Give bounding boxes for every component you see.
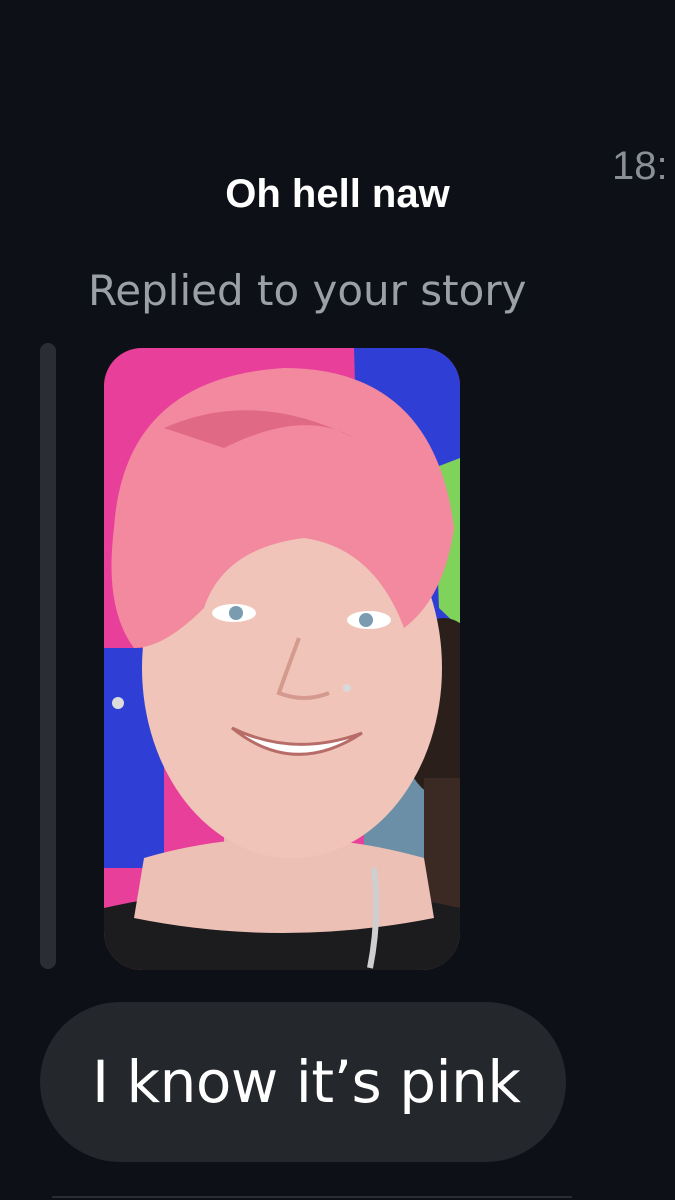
story-caption: Oh hell naw bbox=[225, 172, 450, 216]
message-text: I know it’s pink bbox=[92, 1048, 521, 1116]
message-bubble[interactable]: I know it’s pink bbox=[40, 1002, 566, 1162]
divider bbox=[52, 1196, 572, 1198]
reply-label: Replied to your story bbox=[88, 266, 527, 315]
person-photo-icon bbox=[104, 348, 460, 970]
quote-bar bbox=[40, 343, 56, 969]
story-thumbnail[interactable] bbox=[104, 348, 460, 970]
